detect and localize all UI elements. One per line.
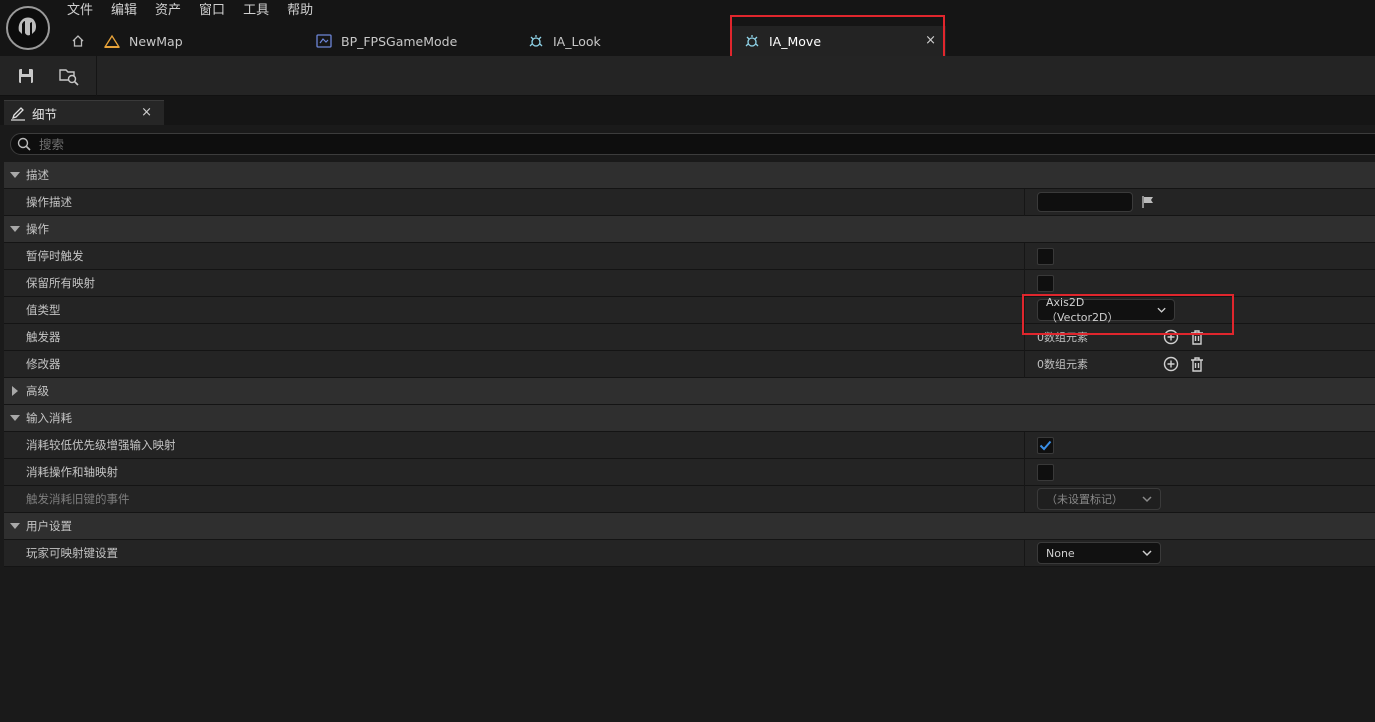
- checkmark-icon: [1039, 440, 1052, 450]
- action-description-input[interactable]: [1037, 192, 1133, 212]
- trigger-when-paused-checkbox[interactable]: [1037, 247, 1054, 265]
- details-panel: 细节 × 描述 操作描述 操作 暂停时触发: [0, 96, 1375, 722]
- menu-edit[interactable]: 编辑: [102, 0, 146, 22]
- close-icon[interactable]: ×: [925, 33, 936, 48]
- clear-modifiers-button[interactable]: [1187, 354, 1207, 374]
- clear-triggers-button[interactable]: [1187, 327, 1207, 347]
- tab-details[interactable]: 细节 ×: [4, 100, 164, 125]
- input-action-icon: [528, 33, 544, 49]
- property-triggers: 触发器 0数组元素: [4, 324, 1375, 351]
- close-icon[interactable]: ×: [141, 105, 152, 120]
- add-modifier-button[interactable]: [1161, 354, 1181, 374]
- property-player-mappable: 玩家可映射键设置 None: [4, 540, 1375, 567]
- reserve-all-mappings-checkbox[interactable]: [1037, 274, 1054, 292]
- category-describe[interactable]: 描述: [4, 162, 1375, 189]
- tab-label: IA_Move: [769, 33, 822, 49]
- menu-tools[interactable]: 工具: [234, 0, 278, 22]
- menu-help[interactable]: 帮助: [278, 0, 322, 22]
- tab-bp-fpsgamemode[interactable]: BP_FPSGameMode: [316, 26, 457, 56]
- property-action-description: 操作描述: [4, 189, 1375, 216]
- triggers-count: 0数组元素: [1037, 331, 1088, 344]
- blueprint-icon: [316, 33, 332, 49]
- player-mappable-dropdown[interactable]: None: [1037, 542, 1161, 564]
- flag-icon[interactable]: [1141, 195, 1155, 209]
- property-value-type: 值类型 Axis2D（Vector2D）: [4, 296, 1375, 324]
- add-trigger-button[interactable]: [1161, 327, 1181, 347]
- chevron-down-icon: [1142, 550, 1152, 557]
- tab-ia-move[interactable]: IA_Move ×: [732, 26, 946, 56]
- tab-label: NewMap: [129, 33, 183, 49]
- save-icon: [19, 69, 33, 83]
- category-input-consumption[interactable]: 输入消耗: [4, 405, 1375, 432]
- property-trigger-legacy-events: 触发消耗旧键的事件 （未设置标记）: [4, 486, 1375, 513]
- property-trigger-when-paused: 暂停时触发: [4, 243, 1375, 270]
- title-bar: 文件 编辑 资产 窗口 工具 帮助 NewMap BP_FPSGameMode: [0, 0, 1375, 56]
- home-icon: [70, 33, 86, 49]
- panel-title: 细节: [32, 106, 58, 122]
- menu-file[interactable]: 文件: [58, 0, 102, 22]
- menu-bar: 文件 编辑 资产 窗口 工具 帮助: [58, 0, 322, 22]
- menu-window[interactable]: 窗口: [190, 0, 234, 22]
- expand-arrow-icon[interactable]: [10, 226, 20, 232]
- pencil-icon: [11, 107, 25, 121]
- tab-home[interactable]: [70, 26, 95, 56]
- search-icon: [17, 137, 31, 151]
- panel-tab-bar: 细节 ×: [0, 96, 1375, 125]
- tab-newmap[interactable]: NewMap: [104, 26, 183, 56]
- add-circle-icon: [1163, 356, 1179, 372]
- input-action-icon: [744, 33, 760, 49]
- trash-icon: [1191, 330, 1203, 345]
- category-action[interactable]: 操作: [4, 216, 1375, 243]
- consume-action-axis-checkbox[interactable]: [1037, 463, 1054, 481]
- unreal-logo-icon[interactable]: [6, 6, 50, 50]
- property-list: 描述 操作描述 操作 暂停时触发 保留所有映射 值类型 Axis2D（Vecto…: [4, 162, 1375, 567]
- property-consume-lower-priority: 消耗较低优先级增强输入映射: [4, 432, 1375, 459]
- expand-arrow-icon[interactable]: [10, 415, 20, 421]
- chevron-down-icon: [1157, 307, 1166, 313]
- search-input[interactable]: [39, 135, 639, 153]
- tab-ia-look[interactable]: IA_Look: [528, 26, 601, 56]
- tab-label: IA_Look: [553, 33, 601, 49]
- consume-lower-priority-checkbox[interactable]: [1037, 436, 1054, 454]
- expand-arrow-icon[interactable]: [10, 523, 20, 529]
- property-consume-action-axis: 消耗操作和轴映射: [4, 459, 1375, 486]
- value-type-dropdown[interactable]: Axis2D（Vector2D）: [1037, 296, 1175, 324]
- browse-button[interactable]: [58, 65, 80, 87]
- category-user-settings[interactable]: 用户设置: [4, 513, 1375, 540]
- legacy-events-tag-dropdown[interactable]: （未设置标记）: [1037, 488, 1161, 510]
- trash-icon: [1191, 357, 1203, 372]
- property-modifiers: 修改器 0数组元素: [4, 351, 1375, 378]
- browse-icon: [59, 69, 79, 86]
- menu-asset[interactable]: 资产: [146, 0, 190, 22]
- property-reserve-all-mappings: 保留所有映射: [4, 270, 1375, 297]
- toolbar-separator: [96, 56, 97, 96]
- save-button[interactable]: [15, 65, 37, 87]
- modifiers-count: 0数组元素: [1037, 358, 1088, 371]
- tab-label: BP_FPSGameMode: [341, 33, 458, 49]
- toolbar: [0, 56, 1375, 96]
- expand-arrow-icon[interactable]: [10, 172, 20, 178]
- add-circle-icon: [1163, 329, 1179, 345]
- chevron-down-icon: [1142, 496, 1152, 503]
- search-bar: [10, 133, 1375, 155]
- expand-arrow-icon[interactable]: [12, 386, 18, 396]
- level-map-icon: [104, 33, 120, 49]
- category-advanced[interactable]: 高级: [4, 378, 1375, 405]
